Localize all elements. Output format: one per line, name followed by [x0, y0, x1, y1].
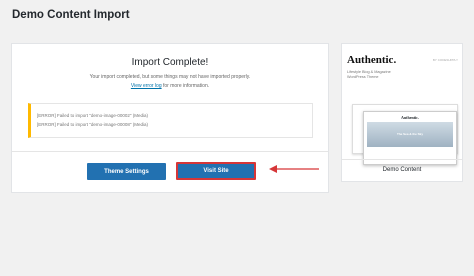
screenshot-front: Authentic. The Sea & the Sky [363, 111, 457, 165]
demo-tagline: Lifestyle Blog & Magazine WordPress Them… [347, 70, 391, 80]
import-complete-heading: Import Complete! [131, 57, 209, 68]
hero-image: The Sea & the Sky [367, 122, 453, 147]
error-log-box: [ERROR] Failed to import "demo-image-000… [28, 103, 313, 138]
import-description: Your import completed, but some things m… [89, 74, 251, 80]
demo-tagline-2: WordPress Theme [347, 75, 379, 79]
card-divider [12, 151, 328, 152]
demo-thumbnail: BY CODESUPPLY Authentic. Lifestyle Blog … [342, 44, 462, 165]
demo-logo: Authentic. [347, 54, 397, 66]
view-error-log-link[interactable]: View error log [131, 83, 162, 89]
error-line-1: [ERROR] Failed to import "demo-image-000… [37, 113, 148, 118]
import-result-card: Import Complete! Your import completed, … [11, 43, 329, 193]
demo-preview-card[interactable]: BY CODESUPPLY Authentic. Lifestyle Blog … [341, 43, 463, 182]
page-title: Demo Content Import [12, 9, 130, 21]
demo-byline: BY CODESUPPLY [432, 58, 458, 62]
error-log-suffix: for more information. [161, 83, 210, 89]
mini-logo: Authentic. [401, 115, 419, 120]
demo-content-label: Demo Content [342, 159, 462, 181]
error-log-line: View error log for more information. [12, 83, 328, 89]
hero-text: The Sea & the Sky [396, 132, 423, 136]
error-line-2: [ERROR] Failed to import "demo-image-000… [37, 122, 148, 127]
arrow-left-icon [269, 165, 319, 173]
visit-site-button[interactable]: Visit Site [176, 162, 256, 180]
theme-settings-button[interactable]: Theme Settings [87, 163, 166, 180]
